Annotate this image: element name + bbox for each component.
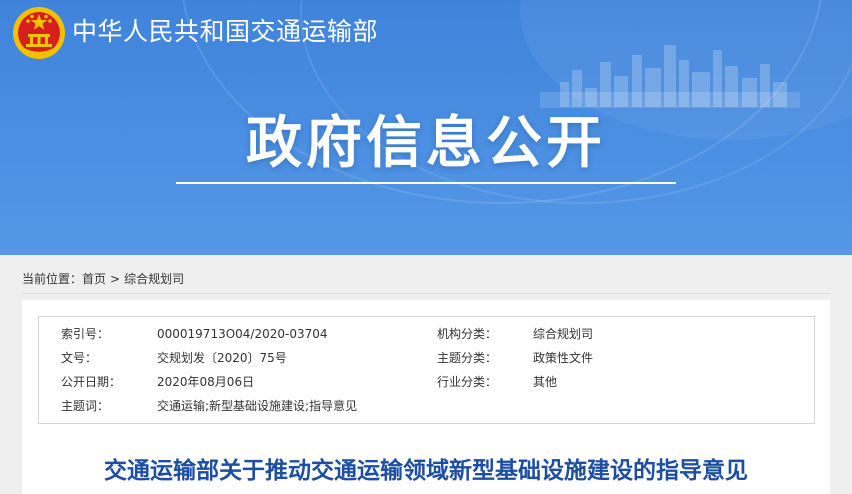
keywords-label: 主题词： [61,399,110,413]
index-number-value: 000019713O04/2020-03704 [157,327,328,341]
breadcrumb: 当前位置：首页 > 综合规划司 [22,271,184,287]
header-banner: 中华人民共和国交通运输部 政府信息公开 [0,0,852,255]
info-row: 公开日期： 2020年08月06日 行业分类： 其他 [39,370,814,394]
document-info-table: 索引号： 000019713O04/2020-03704 机构分类： 综合规划司… [38,316,815,424]
info-row: 索引号： 000019713O04/2020-03704 机构分类： 综合规划司 [39,322,814,346]
breadcrumb-separator: > [110,272,121,286]
publish-date-label: 公开日期： [61,375,122,389]
info-row: 主题词： 交通运输;新型基础设施建设;指导意见 [39,394,814,418]
breadcrumb-divider [22,293,830,294]
breadcrumb-department-link[interactable]: 综合规划司 [124,272,184,286]
document-title: 交通运输部关于推动交通运输领域新型基础设施建设的指导意见 [104,458,748,484]
industry-category-value: 其他 [533,375,558,389]
hero-title: 政府信息公开 [246,111,606,176]
document-number-value: 交规划发〔2020〕75号 [157,351,287,365]
site-name[interactable]: 中华人民共和国交通运输部 [72,15,378,49]
keywords-value: 交通运输;新型基础设施建设;指导意见 [157,399,358,413]
document-number-label: 文号： [61,351,98,365]
publish-date-value: 2020年08月06日 [157,375,255,389]
breadcrumb-home-link[interactable]: 首页 [82,272,106,286]
hero-underline [176,182,676,184]
agency-category-label: 机构分类： [437,327,498,341]
topic-category-value: 政策性文件 [533,351,594,365]
national-emblem-icon [13,7,65,59]
content-panel: 索引号： 000019713O04/2020-03704 机构分类： 综合规划司… [22,300,830,494]
topic-category-label: 主题分类： [437,351,498,365]
index-number-label: 索引号： [61,327,110,341]
agency-category-value: 综合规划司 [533,327,594,341]
breadcrumb-label: 当前位置： [22,272,83,286]
industry-category-label: 行业分类： [437,375,498,389]
info-row: 文号： 交规划发〔2020〕75号 主题分类： 政策性文件 [39,346,814,370]
